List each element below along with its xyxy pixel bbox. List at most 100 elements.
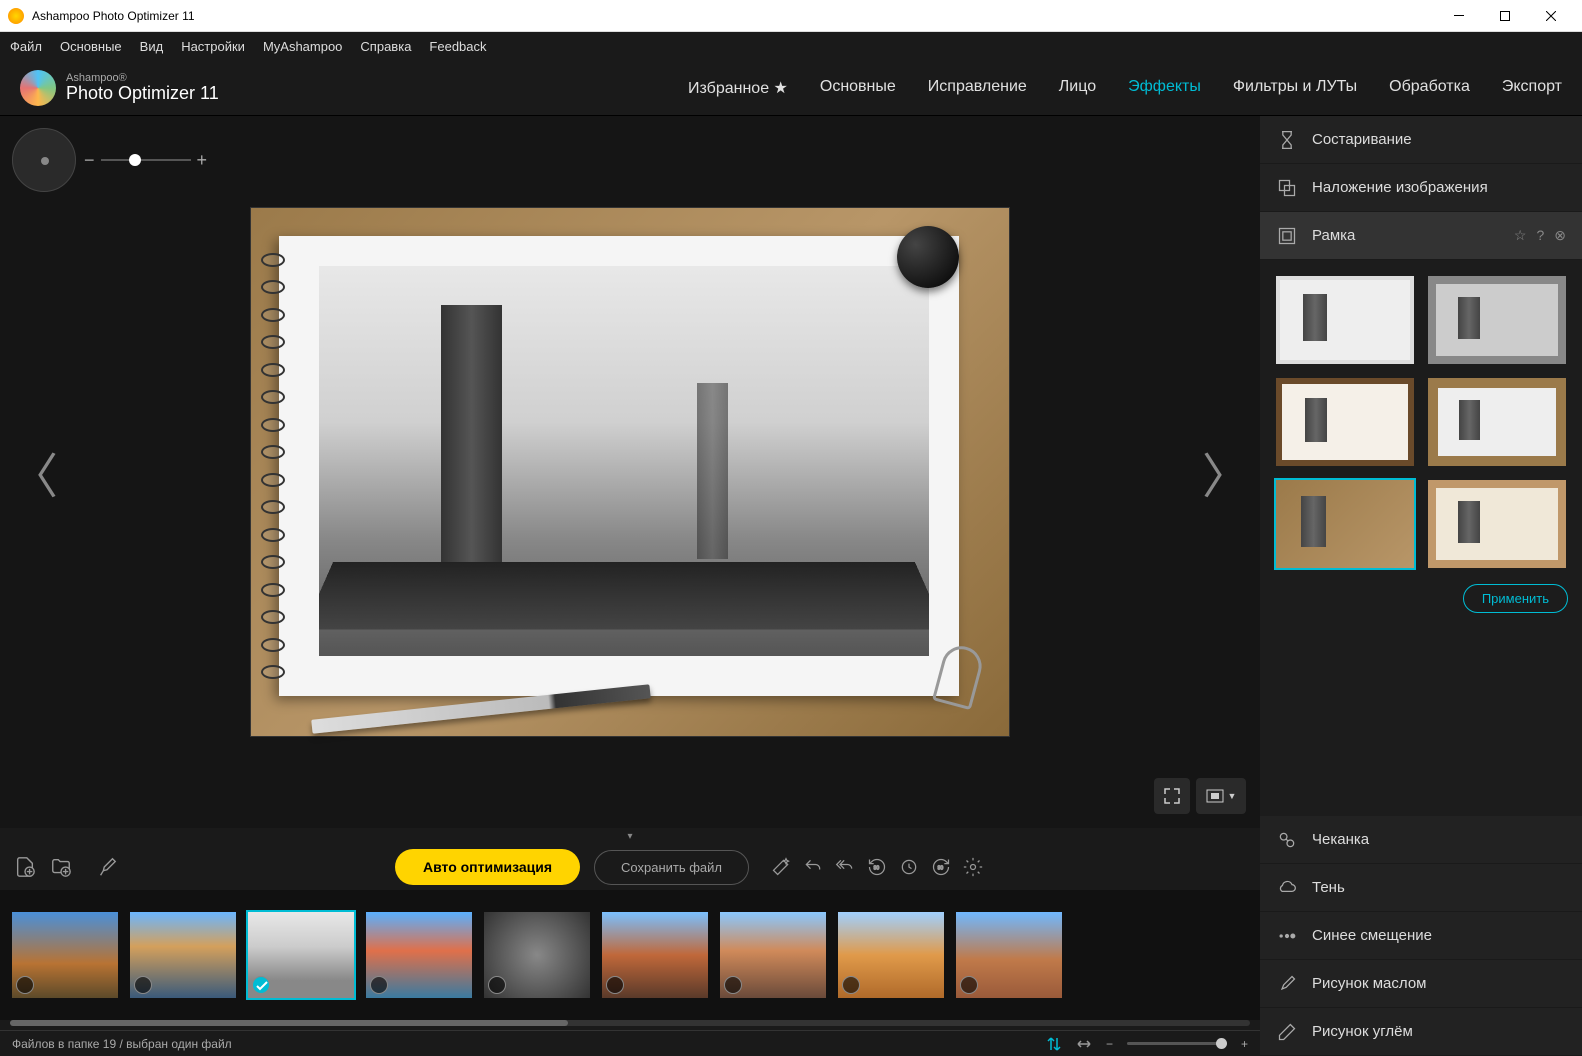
frame-option[interactable] <box>1274 274 1416 366</box>
remove-icon[interactable]: ⊗ <box>1554 227 1566 244</box>
menu-item[interactable]: Feedback <box>429 39 486 54</box>
help-icon[interactable]: ? <box>1536 227 1544 244</box>
tab-item[interactable]: Избранное ★ <box>688 78 788 98</box>
maximize-button[interactable] <box>1482 0 1528 32</box>
apply-button[interactable]: Применить <box>1463 584 1568 613</box>
effect-label: Рисунок маслом <box>1312 975 1426 992</box>
thumbnail-marker[interactable] <box>370 976 388 994</box>
thumbnail-marker[interactable] <box>724 976 742 994</box>
menu-item[interactable]: Вид <box>140 39 164 54</box>
zoom-in-icon[interactable]: + <box>197 150 208 171</box>
expand-h-icon[interactable] <box>1076 1036 1092 1052</box>
thumbnail-size-slider[interactable] <box>1127 1042 1227 1045</box>
save-file-button[interactable]: Сохранить файл <box>594 850 749 885</box>
fullscreen-button[interactable] <box>1154 778 1190 814</box>
rotate-left-icon[interactable]: 90 <box>867 857 887 877</box>
brush-icon <box>1276 973 1298 995</box>
thumbnail[interactable] <box>954 910 1064 1000</box>
frames-subpanel: Применить <box>1260 260 1582 816</box>
effect-label: Рамка <box>1312 227 1355 244</box>
menu-item[interactable]: Справка <box>360 39 411 54</box>
zoom-slider[interactable]: − + <box>84 150 207 171</box>
thumbnail-marker[interactable] <box>134 976 152 994</box>
thumbnail-marker[interactable] <box>842 976 860 994</box>
menu-item[interactable]: Настройки <box>181 39 245 54</box>
thumbnail[interactable] <box>600 910 710 1000</box>
sort-icon[interactable] <box>1046 1036 1062 1052</box>
effect-label: Чеканка <box>1312 831 1369 848</box>
add-folder-icon[interactable] <box>50 856 72 878</box>
status-text: Файлов в папке 19 / выбран один файл <box>12 1037 232 1051</box>
emboss-icon <box>1276 829 1298 851</box>
brush-tool-icon[interactable] <box>96 856 118 878</box>
thumbnail-marker[interactable] <box>606 976 624 994</box>
next-image-button[interactable]: 〉 <box>1202 437 1250 507</box>
frame-option[interactable] <box>1426 376 1568 468</box>
auto-optimize-button[interactable]: Авто оптимизация <box>395 849 580 885</box>
compare-button[interactable]: ▼ <box>1196 778 1246 814</box>
image-preview <box>250 207 1010 737</box>
effect-item[interactable]: Тень <box>1260 864 1582 912</box>
effect-item[interactable]: Рамка ☆? ⊗ <box>1260 212 1582 260</box>
menu-item[interactable]: Файл <box>10 39 42 54</box>
pan-wheel[interactable] <box>12 128 76 192</box>
thumbnail[interactable] <box>128 910 238 1000</box>
tab-item[interactable]: Фильтры и ЛУТы <box>1233 78 1357 98</box>
settings-icon[interactable] <box>963 857 983 877</box>
frame-option[interactable] <box>1426 478 1568 570</box>
main-tabs: Избранное ★ Основные Исправление Лицо Эффект… <box>688 78 1562 98</box>
star-icon[interactable]: ☆ <box>1514 227 1527 244</box>
effect-item[interactable]: Рисунок маслом <box>1260 960 1582 1008</box>
tab-item[interactable]: Эффекты <box>1128 78 1201 98</box>
effect-item[interactable]: Синее смещение <box>1260 912 1582 960</box>
magic-wand-icon[interactable] <box>771 857 791 877</box>
rotate-right-icon[interactable]: 90 <box>931 857 951 877</box>
effect-label: Рисунок углём <box>1312 1023 1413 1040</box>
filmstrip-scrollbar[interactable] <box>0 1020 1260 1030</box>
effect-item[interactable]: Рисунок углём <box>1260 1008 1582 1056</box>
statusbar: Файлов в папке 19 / выбран один файл − + <box>0 1030 1260 1056</box>
tab-item[interactable]: Обработка <box>1389 78 1470 98</box>
tab-item[interactable]: Экспорт <box>1502 78 1562 98</box>
status-zoom-in-icon[interactable]: + <box>1241 1037 1248 1051</box>
effect-label: Тень <box>1312 879 1345 896</box>
prev-image-button[interactable]: 〈 <box>10 437 58 507</box>
effect-label: Синее смещение <box>1312 927 1432 944</box>
effect-item[interactable]: Наложение изображения <box>1260 164 1582 212</box>
thumbnail[interactable] <box>364 910 474 1000</box>
hourglass-icon <box>1276 129 1298 151</box>
svg-text:90: 90 <box>874 866 880 872</box>
frame-option[interactable] <box>1274 478 1416 570</box>
menu-item[interactable]: MyAshampoo <box>263 39 342 54</box>
thumbnail-marker[interactable] <box>252 976 270 994</box>
menu-item[interactable]: Основные <box>60 39 122 54</box>
add-file-icon[interactable] <box>14 856 36 878</box>
thumbnail-marker[interactable] <box>960 976 978 994</box>
thumbnail[interactable] <box>246 910 356 1000</box>
thumbnail[interactable] <box>482 910 592 1000</box>
logo-icon <box>20 70 56 106</box>
tab-item[interactable]: Основные <box>820 78 896 98</box>
effect-item[interactable]: Чеканка <box>1260 816 1582 864</box>
undo-all-icon[interactable] <box>835 857 855 877</box>
zoom-out-icon[interactable]: − <box>84 150 95 171</box>
close-button[interactable] <box>1528 0 1574 32</box>
minimize-button[interactable] <box>1436 0 1482 32</box>
status-zoom-out-icon[interactable]: − <box>1106 1037 1113 1051</box>
thumbnail-marker[interactable] <box>488 976 506 994</box>
filmstrip <box>0 890 1260 1020</box>
thumbnail-marker[interactable] <box>16 976 34 994</box>
brand-small: Ashampoo® <box>66 72 219 84</box>
thumbnail[interactable] <box>718 910 828 1000</box>
thumbnail[interactable] <box>836 910 946 1000</box>
reset-icon[interactable] <box>899 857 919 877</box>
window-title: Ashampoo Photo Optimizer 11 <box>32 9 1436 23</box>
frame-option[interactable] <box>1426 274 1568 366</box>
tab-item[interactable]: Лицо <box>1059 78 1096 98</box>
tab-item[interactable]: Исправление <box>928 78 1027 98</box>
collapse-filmstrip-button[interactable]: ▾ <box>0 828 1260 844</box>
thumbnail[interactable] <box>10 910 120 1000</box>
undo-icon[interactable] <box>803 857 823 877</box>
frame-option[interactable] <box>1274 376 1416 468</box>
effect-item[interactable]: Состаривание <box>1260 116 1582 164</box>
